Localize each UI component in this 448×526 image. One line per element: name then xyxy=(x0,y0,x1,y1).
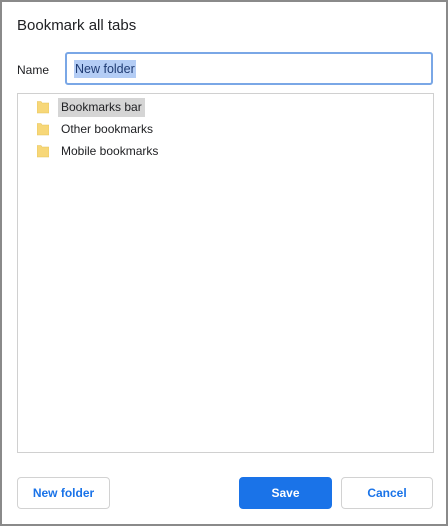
dialog-title: Bookmark all tabs xyxy=(17,17,137,34)
folder-icon xyxy=(37,144,49,158)
tree-item-mobile-bookmarks[interactable]: Mobile bookmarks xyxy=(37,141,161,161)
new-folder-button[interactable]: New folder xyxy=(17,477,110,509)
tree-item-bookmarks-bar[interactable]: Bookmarks bar xyxy=(37,97,145,117)
bookmark-all-tabs-dialog: Bookmark all tabs Name New folder Bookma… xyxy=(0,0,448,526)
tree-item-other-bookmarks[interactable]: Other bookmarks xyxy=(37,119,156,139)
name-input[interactable]: New folder xyxy=(65,52,433,85)
folder-icon xyxy=(37,100,49,114)
name-input-value: New folder xyxy=(74,59,136,78)
name-label: Name xyxy=(17,63,50,77)
tree-item-label: Other bookmarks xyxy=(61,121,154,136)
folder-tree[interactable]: Bookmarks bar Other bookmarks Mobile boo… xyxy=(17,93,434,453)
tree-item-label: Mobile bookmarks xyxy=(61,143,159,158)
tree-item-label: Bookmarks bar xyxy=(58,97,145,117)
save-button[interactable]: Save xyxy=(239,477,332,509)
folder-icon xyxy=(37,122,49,136)
cancel-button[interactable]: Cancel xyxy=(341,477,433,509)
